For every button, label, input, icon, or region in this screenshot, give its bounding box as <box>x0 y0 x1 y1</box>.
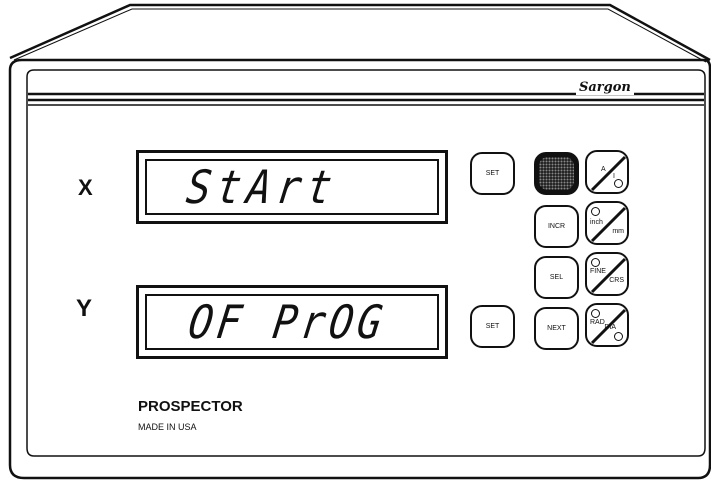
sel-button[interactable]: SEL <box>534 256 579 299</box>
x-readout-display: StArt <box>136 150 448 224</box>
led-indicator-icon <box>591 207 600 216</box>
toggle-top-label: A <box>601 166 606 173</box>
y-readout-text: OF PrOG <box>185 296 390 350</box>
next-button[interactable]: NEXT <box>534 307 579 350</box>
y-readout-display: OF PrOG <box>136 285 448 359</box>
toggle-top-label: RAD <box>590 319 605 326</box>
dark-function-button[interactable] <box>534 152 579 195</box>
led-indicator-icon <box>591 309 600 318</box>
toggle-bottom-label: I <box>613 173 615 180</box>
x-readout-text: StArt <box>183 161 342 215</box>
toggle-bottom-label: mm <box>612 228 624 235</box>
led-indicator-icon <box>591 258 600 267</box>
x-readout-window: StArt <box>145 159 439 215</box>
brand-logo: Sargon <box>576 80 634 95</box>
fine-crs-toggle-button[interactable]: FINE CRS <box>585 252 629 296</box>
toggle-top-label: FINE <box>590 268 606 275</box>
toggle-bottom-label: DIA <box>604 324 616 331</box>
toggle-top-label: inch <box>590 219 603 226</box>
set-y-button[interactable]: SET <box>470 305 515 348</box>
abs-incr-toggle-button[interactable]: A I <box>585 150 629 194</box>
led-indicator-icon <box>614 332 623 341</box>
diagonal-slash-icon <box>590 155 627 192</box>
rad-dia-toggle-button[interactable]: RAD DIA <box>585 303 629 347</box>
inch-mm-toggle-button[interactable]: inch mm <box>585 201 629 245</box>
led-indicator-icon <box>614 179 623 188</box>
made-in-label: MADE IN USA <box>138 422 197 432</box>
incr-button[interactable]: INCR <box>534 205 579 248</box>
y-readout-window: OF PrOG <box>145 294 439 350</box>
model-name: PROSPECTOR <box>138 398 243 415</box>
x-axis-label: X <box>78 175 93 200</box>
y-axis-label: Y <box>76 295 93 322</box>
set-x-button[interactable]: SET <box>470 152 515 195</box>
toggle-bottom-label: CRS <box>609 277 624 284</box>
